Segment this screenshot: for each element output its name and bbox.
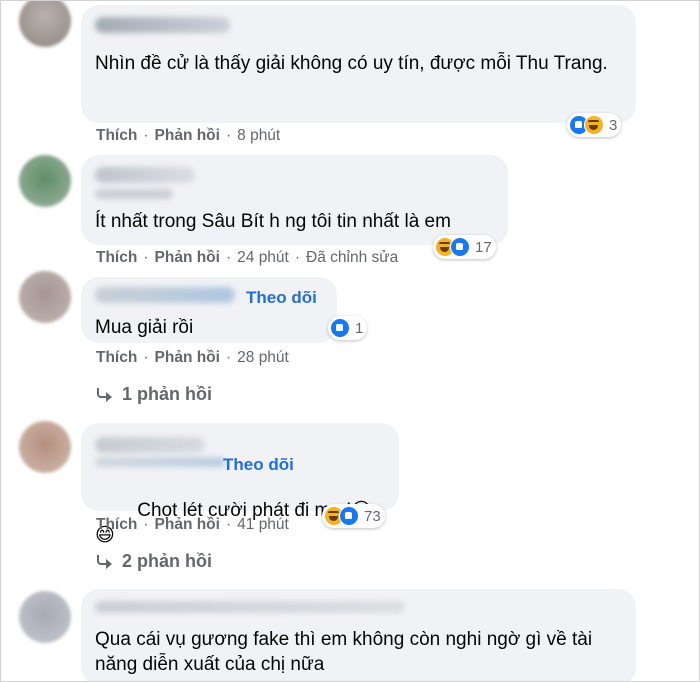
view-replies-link[interactable]: 1 phản hồi [96, 384, 212, 405]
reaction-summary[interactable]: 73 [322, 504, 385, 528]
like-button[interactable]: Thích [96, 127, 137, 144]
comment-text: Qua cái vụ gương fake thì em không còn n… [95, 629, 598, 675]
comment-bubble: Nhìn đề cử là thấy giải không có uy tín,… [81, 5, 636, 123]
comment-text: Mua giải rồi [95, 317, 194, 338]
follow-button[interactable]: Theo dõi [223, 455, 294, 475]
reaction-count: 17 [475, 238, 492, 256]
timestamp[interactable]: 8 phút [237, 127, 280, 144]
like-button[interactable]: Thích [96, 249, 137, 266]
avatar[interactable] [19, 1, 71, 47]
reply-button[interactable]: Phản hồi [155, 516, 220, 533]
reaction-count: 3 [609, 116, 618, 134]
like-button[interactable]: Thích [96, 516, 137, 533]
comment-bubble: Qua cái vụ gương fake thì em không còn n… [81, 589, 636, 681]
like-button[interactable]: Thích [96, 349, 137, 366]
reaction-summary[interactable]: 1 [328, 316, 368, 340]
reply-arrow-icon [96, 387, 112, 402]
author-name[interactable] [95, 287, 235, 303]
timestamp[interactable]: 41 phút [237, 516, 289, 533]
comment-text: Ít nhất trong Sâu Bít h ng tôi tin nhất … [95, 211, 451, 232]
reaction-count: 1 [355, 319, 364, 337]
avatar[interactable] [19, 271, 71, 323]
comment-actions: Thích · Phản hồi · 28 phút [96, 349, 289, 366]
author-name[interactable] [95, 437, 205, 453]
comment-bubble: Mua giải rồi [81, 277, 337, 343]
follow-button[interactable]: Theo dõi [246, 288, 317, 308]
reply-button[interactable]: Phản hồi [155, 349, 220, 366]
view-replies-link[interactable]: 2 phản hồi [96, 551, 212, 572]
comment-actions: Thích · Phản hồi · 41 phút [96, 516, 289, 533]
edited-label: Đã chỉnh sửa [306, 249, 399, 266]
comment-thread: Nhìn đề cử là thấy giải không có uy tín,… [0, 0, 700, 682]
avatar[interactable] [19, 155, 71, 207]
reaction-summary[interactable]: 17 [433, 235, 496, 259]
comment-actions: Thích · Phản hồi · 24 phút · Đã chỉnh sửa [96, 249, 399, 266]
haha-reaction-icon [584, 115, 604, 135]
avatar[interactable] [19, 591, 71, 643]
reply-button[interactable]: Phản hồi [155, 127, 220, 144]
author-name[interactable] [95, 17, 230, 33]
like-reaction-icon [339, 506, 359, 526]
reply-arrow-icon [96, 554, 112, 569]
reaction-count: 73 [364, 507, 381, 525]
comment-bubble: Ít nhất trong Sâu Bít h ng tôi tin nhất … [81, 155, 508, 245]
avatar[interactable] [19, 421, 71, 473]
timestamp[interactable]: 24 phút [237, 249, 289, 266]
author-name[interactable] [95, 601, 405, 613]
like-reaction-icon [330, 318, 350, 338]
author-name[interactable] [95, 167, 195, 183]
reaction-summary[interactable]: 3 [567, 113, 622, 137]
comment-actions: Thích · Phản hồi · 8 phút [96, 127, 281, 144]
reply-button[interactable]: Phản hồi [155, 249, 220, 266]
like-reaction-icon [450, 237, 470, 257]
comment-text: Nhìn đề cử là thấy giải không có uy tín,… [95, 53, 608, 74]
timestamp[interactable]: 28 phút [237, 349, 289, 366]
